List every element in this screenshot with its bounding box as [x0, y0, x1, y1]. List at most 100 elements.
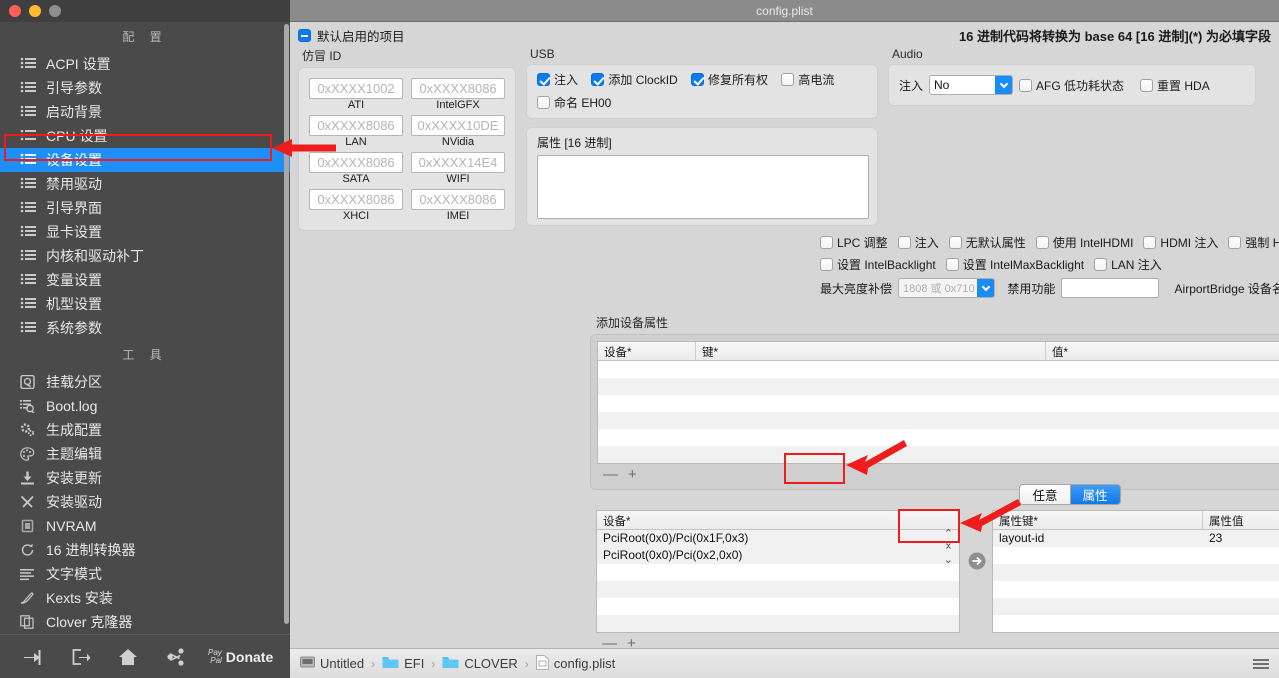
use-intelhdmi-checkbox[interactable]	[1035, 236, 1049, 249]
properties-textarea[interactable]	[537, 155, 869, 219]
sidebar-item-install-drivers[interactable]: 安装驱动	[0, 490, 290, 514]
sidebar-item-acpi[interactable]: ACPI 设置	[0, 52, 290, 76]
fakeid-input-wifi[interactable]: 0xXXXX14E4	[411, 152, 505, 173]
inject-row[interactable]: 注入	[897, 234, 939, 251]
inject-checkbox[interactable]	[897, 236, 911, 249]
usb-fixownership-row[interactable]: 修复所有权	[691, 71, 768, 88]
use-intelhdmi-row[interactable]: 使用 IntelHDMI	[1035, 234, 1133, 251]
arrow-right-icon[interactable]	[968, 552, 986, 573]
add-row-button[interactable]: +	[628, 466, 637, 483]
set-intelmaxbacklight-checkbox[interactable]	[945, 258, 959, 271]
usb-nameeh00-checkbox[interactable]	[537, 96, 550, 109]
tab-any[interactable]: 任意	[1020, 485, 1071, 504]
sidebar-item-install-update[interactable]: 安装更新	[0, 466, 290, 490]
sidebar-item-generate-config[interactable]: 生成配置	[0, 418, 290, 442]
sidebar-item-smbios[interactable]: 机型设置	[0, 292, 290, 316]
sidebar-scrollbar[interactable]	[284, 24, 289, 624]
fakeid-input-lan[interactable]: 0xXXXX8086	[309, 115, 403, 136]
column-header-key[interactable]: 键*	[696, 342, 1046, 360]
table-row[interactable]	[597, 598, 959, 615]
table-row[interactable]	[597, 615, 959, 632]
close-window-button[interactable]	[9, 5, 21, 17]
sidebar-item-clover-cloner[interactable]: Clover 克隆器	[0, 610, 290, 634]
sidebar-item-kexts-install[interactable]: Kexts 安装	[0, 586, 290, 610]
sidebar-item-text-mode[interactable]: 文字模式	[0, 562, 290, 586]
fakeid-input-ati[interactable]: 0xXXXX1002	[309, 78, 403, 99]
table-row[interactable]	[993, 598, 1279, 615]
usb-inject-checkbox[interactable]	[537, 73, 550, 86]
table-row[interactable]	[598, 412, 1279, 429]
sidebar-item-nvram[interactable]: NVRAM	[0, 514, 290, 538]
usb-highcurrent-row[interactable]: 高电流	[781, 71, 834, 88]
column-header-value[interactable]: 值*	[1046, 342, 1279, 360]
fakeid-input-xhci[interactable]: 0xXXXX8086	[309, 189, 403, 210]
column-header-device[interactable]: 设备*	[598, 342, 696, 360]
fakeid-input-imei[interactable]: 0xXXXX8086	[411, 189, 505, 210]
usb-fixownership-checkbox[interactable]	[691, 73, 705, 86]
audio-afg-row[interactable]: AFG 低功耗状态	[1019, 77, 1124, 94]
column-header-property-value[interactable]: 属性值	[1203, 511, 1279, 529]
sidebar-item-boot-args[interactable]: 引导参数	[0, 76, 290, 100]
breadcrumb-item-configplist[interactable]: config.plist	[535, 654, 615, 673]
stepper-icon[interactable]: ⌃ ⌄	[944, 546, 959, 566]
table-row[interactable]	[597, 564, 959, 581]
fakeid-input-intelgfx[interactable]: 0xXXXX8086	[411, 78, 505, 99]
home-icon[interactable]	[104, 635, 152, 678]
sidebar-item-system-params[interactable]: 系统参数	[0, 316, 290, 340]
table-row[interactable]: PciRoot(0x0)/Pci(0x2,0x0) ⌃ ⌄	[597, 546, 959, 566]
table-row[interactable]	[993, 564, 1279, 581]
disable-function-input[interactable]	[1061, 278, 1159, 298]
table-row[interactable]: layout-id 23 NUMBER ⌃⌄	[993, 530, 1279, 547]
table-row[interactable]	[598, 429, 1279, 446]
property-value-cell[interactable]: 23	[1203, 530, 1279, 547]
sidebar-item-mount-partition[interactable]: 挂载分区	[0, 370, 290, 394]
sidebar-item-devices[interactable]: 设备设置	[0, 148, 290, 172]
share-icon[interactable]	[152, 635, 200, 678]
force-hpet-row[interactable]: 强制 HPET	[1228, 234, 1279, 251]
breadcrumb-item-efi[interactable]: EFI	[382, 655, 424, 672]
table-row[interactable]	[598, 446, 1279, 463]
table-row[interactable]	[993, 615, 1279, 632]
export-icon[interactable]	[56, 635, 104, 678]
sidebar-item-cpu[interactable]: CPU 设置	[0, 124, 290, 148]
hdmi-inject-checkbox[interactable]	[1143, 236, 1157, 249]
sidebar-item-variables[interactable]: 变量设置	[0, 268, 290, 292]
lpc-tune-row[interactable]: LPC 调整	[820, 234, 888, 251]
sidebar-item-gui[interactable]: 引导界面	[0, 196, 290, 220]
column-header-device[interactable]: 设备*	[597, 511, 959, 529]
set-intelbacklight-row[interactable]: 设置 IntelBacklight	[820, 256, 936, 273]
default-items-checkbox[interactable]	[298, 29, 311, 42]
force-hpet-checkbox[interactable]	[1228, 236, 1242, 249]
sidebar-item-disable-drivers[interactable]: 禁用驱动	[0, 172, 290, 196]
donate-button[interactable]: Pay Pal Donate	[208, 648, 273, 665]
sidebar-item-theme-editor[interactable]: 主题编辑	[0, 442, 290, 466]
column-header-property-key[interactable]: 属性键*	[993, 511, 1203, 529]
lan-inject-checkbox[interactable]	[1094, 258, 1108, 271]
maximize-window-button[interactable]	[49, 5, 61, 17]
lan-inject-row[interactable]: LAN 注入	[1094, 256, 1162, 273]
lpc-tune-checkbox[interactable]	[820, 236, 833, 249]
set-intelbacklight-checkbox[interactable]	[820, 258, 833, 271]
audio-inject-select[interactable]: No	[929, 75, 1014, 95]
import-icon[interactable]	[8, 635, 56, 678]
table-row[interactable]	[598, 378, 1279, 395]
fakeid-input-nvidia[interactable]: 0xXXXX10DE	[411, 115, 505, 136]
usb-clockid-checkbox[interactable]	[591, 73, 605, 86]
breadcrumb-item-clover[interactable]: CLOVER	[442, 655, 518, 672]
minimize-window-button[interactable]	[29, 5, 41, 17]
default-items-checkbox-row[interactable]: 默认启用的项目	[298, 26, 405, 45]
no-default-properties-row[interactable]: 无默认属性	[948, 234, 1026, 251]
sidebar-item-hex-converter[interactable]: 16 进制转换器	[0, 538, 290, 562]
no-default-properties-checkbox[interactable]	[948, 236, 962, 249]
hdmi-inject-row[interactable]: HDMI 注入	[1143, 234, 1218, 251]
table-row[interactable]	[993, 581, 1279, 598]
set-intelmaxbacklight-row[interactable]: 设置 IntelMaxBacklight	[945, 256, 1084, 273]
usb-clockid-row[interactable]: 添加 ClockID	[591, 71, 678, 88]
table-row[interactable]	[598, 361, 1279, 378]
usb-inject-row[interactable]: 注入	[537, 71, 578, 88]
remove-row-button[interactable]: —	[603, 466, 618, 483]
audio-afg-checkbox[interactable]	[1019, 78, 1033, 92]
sidebar-item-graphics[interactable]: 显卡设置	[0, 220, 290, 244]
hamburger-icon[interactable]	[1253, 658, 1269, 669]
tab-properties[interactable]: 属性	[1070, 485, 1120, 504]
